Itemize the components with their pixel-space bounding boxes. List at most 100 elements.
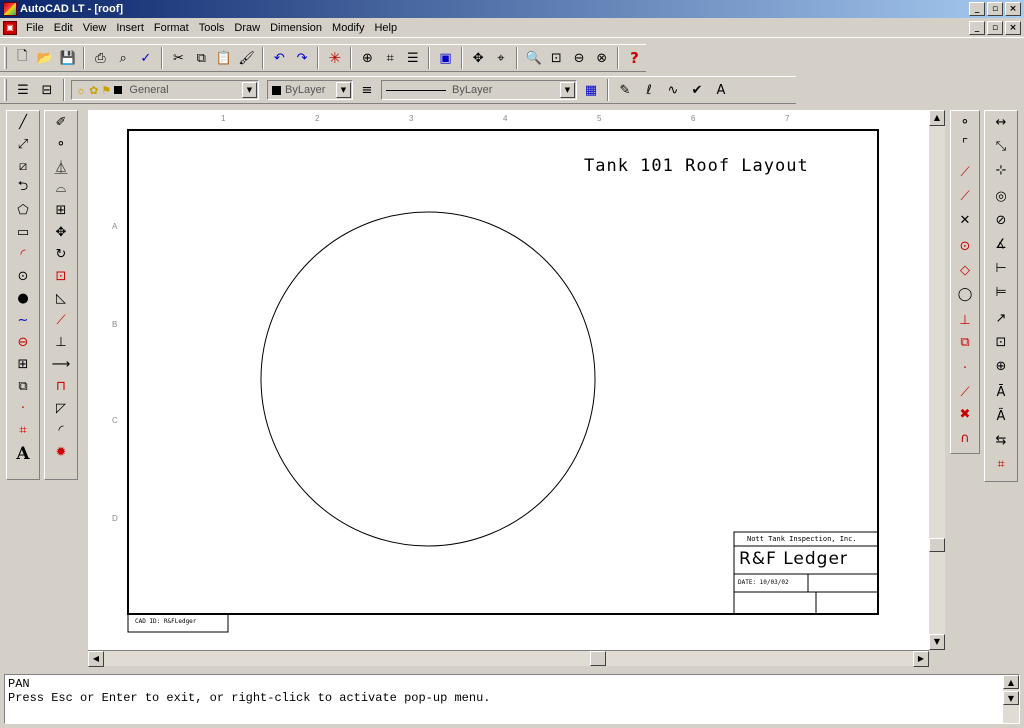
make-block-icon[interactable]: ⧉ — [11, 375, 35, 397]
dimension-update-icon[interactable]: ⇆ — [989, 429, 1013, 451]
print-icon[interactable]: ⎙ — [90, 47, 111, 69]
match-properties-icon[interactable]: 🖌 — [236, 47, 257, 69]
tolerance-icon[interactable]: ⊡ — [989, 331, 1013, 353]
tracking-icon[interactable]: ⌗ — [380, 47, 401, 69]
scroll-up-icon[interactable]: ▲ — [929, 110, 945, 126]
linetype-icon[interactable]: ≡ — [356, 79, 378, 101]
spell-icon[interactable]: ✓ — [135, 47, 156, 69]
snap-insert-icon[interactable]: ⧉ — [953, 331, 977, 353]
menu-insert[interactable]: Insert — [111, 19, 149, 37]
linear-dimension-icon[interactable]: ↔ — [989, 111, 1013, 133]
diameter-dimension-icon[interactable]: ⊘ — [989, 209, 1013, 231]
linetype-dropdown[interactable]: ByLayer ▼ — [381, 80, 577, 100]
pan-icon[interactable]: ✥ — [468, 47, 489, 69]
redo-icon[interactable]: ↷ — [292, 47, 313, 69]
preview-icon[interactable]: ⌕ — [113, 47, 134, 69]
ellipse-icon[interactable]: ⊖ — [11, 331, 35, 353]
menu-dimension[interactable]: Dimension — [265, 19, 327, 37]
continue-dimension-icon[interactable]: ⊨ — [989, 281, 1013, 303]
osnap-settings-icon[interactable]: ∩ — [953, 427, 977, 449]
menu-file[interactable]: File — [21, 19, 49, 37]
properties-icon[interactable]: ▦ — [580, 79, 602, 101]
circle-icon[interactable]: ⊙ — [11, 265, 35, 287]
snap-endpoint-icon[interactable]: ⟋ — [953, 161, 977, 183]
dimension-style-icon[interactable]: ⌗ — [989, 453, 1013, 475]
menu-format[interactable]: Format — [149, 19, 194, 37]
minimize-button[interactable]: _ — [969, 2, 985, 16]
explode-icon[interactable]: ✹ — [49, 441, 73, 463]
radius-dimension-icon[interactable]: ◎ — [989, 185, 1013, 207]
fillet-icon[interactable]: ◜ — [49, 419, 73, 441]
snap-from-icon[interactable]: ⌜ — [953, 133, 977, 155]
make-current-layer-icon[interactable]: ⊟ — [36, 79, 58, 101]
copy-icon[interactable]: ⧉ — [191, 47, 212, 69]
aligned-dimension-icon[interactable]: ⤡ — [989, 135, 1013, 157]
array-icon[interactable]: ⊞ — [49, 199, 73, 221]
edit-mtext-icon[interactable]: A — [710, 79, 732, 101]
dimension-text-edit-icon[interactable]: Ã — [989, 405, 1013, 427]
document-icon[interactable]: ▣ — [3, 20, 17, 35]
vertical-scrollbar[interactable]: ▲ ▼ — [929, 110, 945, 650]
object-snap-icon[interactable]: ⊕ — [357, 47, 378, 69]
snap-none-icon[interactable]: ✖ — [953, 403, 977, 425]
edit-attribute-icon[interactable]: ✔ — [686, 79, 708, 101]
move-icon[interactable]: ✥ — [49, 221, 73, 243]
maximize-button[interactable]: ▫ — [987, 2, 1003, 16]
doc-minimize-button[interactable]: _ — [969, 21, 985, 35]
text-icon[interactable]: A — [11, 443, 35, 465]
rectangle-icon[interactable]: ▭ — [11, 221, 35, 243]
dimension-edit-icon[interactable]: Ā — [989, 381, 1013, 403]
snap-midpoint-icon[interactable]: ⟋ — [953, 185, 977, 207]
chamfer-icon[interactable]: ◸ — [49, 397, 73, 419]
zoom-window-icon[interactable]: ⊡ — [546, 47, 567, 69]
snap-intersection-icon[interactable]: ✕ — [953, 209, 977, 231]
ordinate-dimension-icon[interactable]: ⊹ — [989, 159, 1013, 181]
layers-icon[interactable]: ☰ — [12, 79, 34, 101]
zoom-extents-icon[interactable]: ⊗ — [591, 47, 612, 69]
command-line-scrollbar[interactable]: ▲ ▼ — [1003, 675, 1019, 723]
tank-roof-circle[interactable] — [260, 211, 596, 547]
double-line-icon[interactable]: ⧄ — [11, 155, 35, 177]
center-mark-icon[interactable]: ⊕ — [989, 355, 1013, 377]
autocad-app-icon[interactable] — [3, 2, 17, 16]
snap-perpendicular-icon[interactable]: ⊥ — [953, 309, 977, 331]
snap-tangent-icon[interactable]: ◯ — [953, 283, 977, 305]
layer-dropdown[interactable]: ☼ ✿ ⚑ General ▼ — [71, 80, 259, 100]
erase-icon[interactable]: ✐ — [49, 111, 73, 133]
arc-icon[interactable]: ◜ — [11, 243, 35, 265]
undo-icon[interactable]: ↶ — [269, 47, 290, 69]
chevron-down-icon[interactable]: ▼ — [242, 82, 257, 98]
save-icon[interactable]: 💾 — [57, 47, 78, 69]
polygon-icon[interactable]: ⬠ — [11, 199, 35, 221]
angular-dimension-icon[interactable]: ∡ — [989, 233, 1013, 255]
point-icon[interactable]: · — [11, 397, 35, 419]
line-icon[interactable]: ╱ — [11, 111, 35, 133]
snap-node-icon[interactable]: · — [953, 357, 977, 379]
menu-tools[interactable]: Tools — [194, 19, 230, 37]
snap-quadrant-icon[interactable]: ◇ — [953, 259, 977, 281]
spline-icon[interactable]: ∼ — [11, 309, 35, 331]
extend-icon[interactable]: ⟶ — [49, 353, 73, 375]
construction-line-icon[interactable]: ⤢ — [11, 133, 35, 155]
snap-nearest-icon[interactable]: ⟋ — [953, 381, 977, 403]
scroll-left-icon[interactable]: ◀ — [88, 651, 104, 667]
paste-icon[interactable]: 📋 — [214, 47, 235, 69]
temporary-tracking-icon[interactable]: ⚬ — [953, 111, 977, 133]
copy-object-icon[interactable]: ⚬ — [49, 133, 73, 155]
trim-icon[interactable]: ⊥ — [49, 331, 73, 353]
lengthen-icon[interactable]: ⟋ — [49, 309, 73, 331]
scale-icon[interactable]: ⊡ — [49, 265, 73, 287]
zoom-previous-icon[interactable]: ⊖ — [569, 47, 590, 69]
open-icon[interactable]: 📂 — [35, 47, 56, 69]
donut-icon[interactable]: ● — [11, 287, 35, 309]
help-icon[interactable]: ? — [624, 47, 645, 69]
doc-restore-button[interactable]: ▫ — [987, 21, 1003, 35]
horizontal-scroll-thumb[interactable] — [590, 651, 606, 666]
color-dropdown[interactable]: ByLayer ▼ — [267, 80, 353, 100]
leader-icon[interactable]: ↗ — [989, 307, 1013, 329]
layer-tools-icon[interactable]: ☰ — [402, 47, 423, 69]
zoom-realtime-icon[interactable]: 🔍 — [523, 47, 544, 69]
close-button[interactable]: × — [1005, 2, 1021, 16]
scroll-down-icon[interactable]: ▼ — [929, 634, 945, 650]
edit-hatch-icon[interactable]: ℓ — [638, 79, 660, 101]
